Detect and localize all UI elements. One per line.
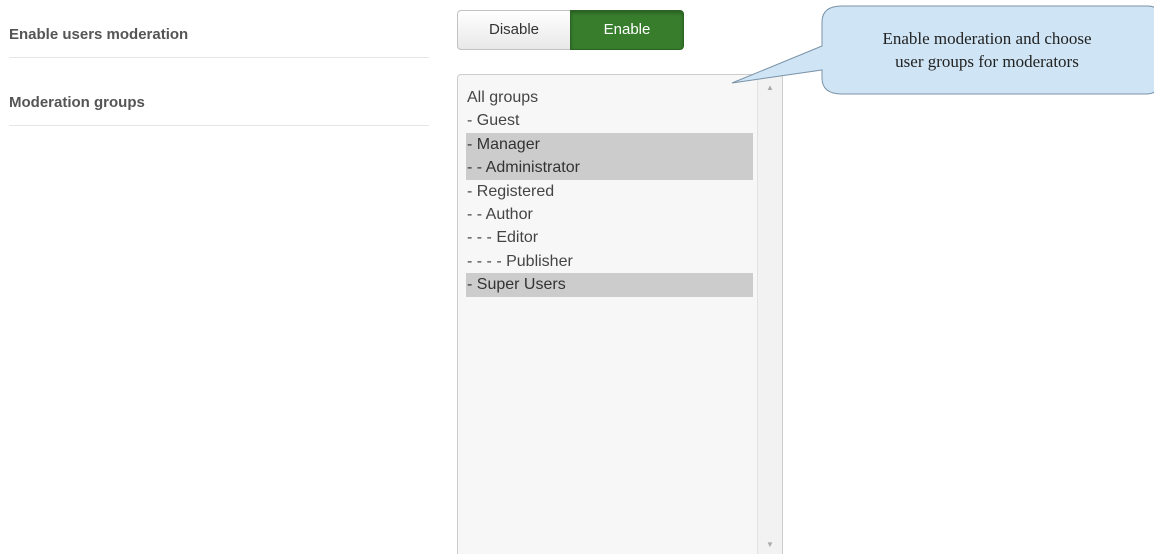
group-option-selected[interactable]: - Manager: [466, 132, 753, 157]
scroll-up-arrow-icon[interactable]: ▲: [758, 83, 782, 92]
group-option[interactable]: - Guest: [466, 109, 753, 132]
group-options: All groups - Guest - Manager - - Adminis…: [466, 86, 753, 297]
settings-panel: Enable users moderation Moderation group…: [0, 0, 1154, 554]
moderation-label: Enable users moderation: [9, 26, 189, 43]
group-option[interactable]: All groups: [466, 86, 753, 109]
divider: [9, 57, 429, 58]
group-option[interactable]: - - - Editor: [466, 226, 753, 249]
group-option[interactable]: - - - - Publisher: [466, 250, 753, 273]
scroll-down-arrow-icon[interactable]: ▼: [758, 540, 782, 549]
vertical-scrollbar[interactable]: ▲ ▼: [757, 75, 782, 554]
disable-button[interactable]: Disable: [457, 10, 570, 50]
enable-button[interactable]: Enable: [570, 10, 684, 50]
divider: [9, 125, 429, 126]
callout-text: Enable moderation and choose user groups…: [828, 27, 1146, 73]
group-option-selected[interactable]: - Super Users: [466, 273, 753, 297]
groups-label: Moderation groups: [9, 94, 145, 111]
group-option[interactable]: - Registered: [466, 180, 753, 203]
group-option-selected[interactable]: - - Administrator: [466, 156, 753, 180]
callout-line: user groups for moderators: [895, 52, 1079, 71]
callout-line: Enable moderation and choose: [882, 29, 1092, 48]
moderation-toggle: Disable Enable: [457, 10, 684, 50]
moderation-groups-select[interactable]: All groups - Guest - Manager - - Adminis…: [457, 74, 783, 554]
group-option[interactable]: - - Author: [466, 203, 753, 226]
